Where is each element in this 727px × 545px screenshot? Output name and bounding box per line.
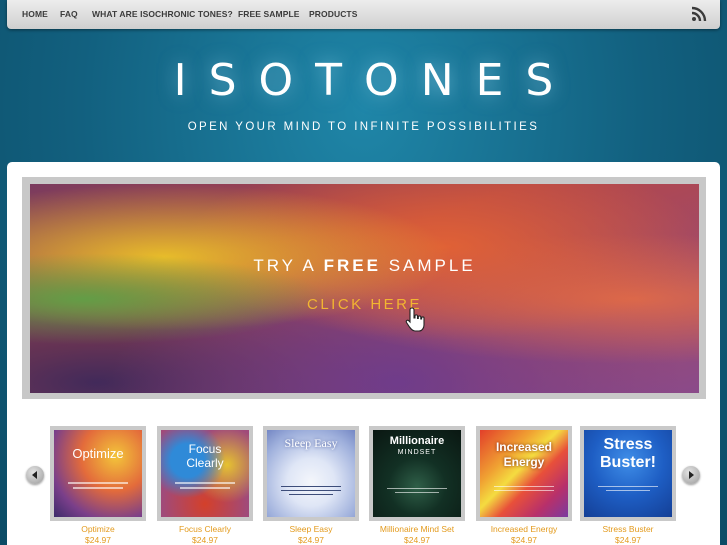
cover-text-line bbox=[289, 494, 333, 495]
banner-headline-suffix: SAMPLE bbox=[388, 256, 476, 275]
product-name[interactable]: Focus Clearly bbox=[147, 524, 263, 534]
product-cover[interactable]: Focus Clearly bbox=[157, 426, 253, 521]
cover-text-line bbox=[606, 490, 650, 491]
product-name[interactable]: Stress Buster bbox=[570, 524, 686, 534]
banner-headline: TRY A FREE SAMPLE bbox=[30, 256, 699, 276]
site-logo[interactable]: ISOTONES bbox=[0, 55, 727, 106]
carousel-next-button[interactable] bbox=[682, 466, 700, 484]
cover-text-line bbox=[73, 487, 123, 489]
product-cover-title: Millionaire bbox=[389, 435, 445, 447]
product-cover-title: Focus Clearly bbox=[186, 442, 224, 470]
product-cover[interactable]: Stress Buster! bbox=[580, 426, 676, 521]
top-nav-bar: HOME FAQ WHAT ARE ISOCHRONIC TONES? FREE… bbox=[7, 0, 720, 29]
cover-text-line bbox=[387, 488, 447, 489]
product-name[interactable]: Optimize bbox=[40, 524, 156, 534]
product-cover-subtitle: MINDSET bbox=[397, 449, 437, 456]
product-cover-title: Sleep Easy bbox=[284, 436, 338, 450]
product-price: $24.97 bbox=[298, 535, 324, 545]
product-cover-title: Stress Buster! bbox=[599, 436, 656, 471]
nav-free-sample[interactable]: FREE SAMPLE bbox=[238, 9, 300, 19]
cover-text-line bbox=[281, 486, 341, 487]
carousel-prev-button[interactable] bbox=[26, 466, 44, 484]
rss-icon[interactable] bbox=[691, 6, 707, 22]
nav-isochronic-tones[interactable]: WHAT ARE ISOCHRONIC TONES? bbox=[92, 9, 233, 19]
product-cover[interactable]: Increased Energy bbox=[476, 426, 572, 521]
product-name[interactable]: Millionaire Mind Set bbox=[359, 524, 475, 534]
product-cover[interactable]: Millionaire MINDSET bbox=[369, 426, 465, 521]
cover-text-line bbox=[395, 492, 439, 493]
arrow-left-icon bbox=[32, 471, 37, 479]
product-price: $24.97 bbox=[85, 535, 111, 545]
site-tagline: OPEN YOUR MIND TO INFINITE POSSIBILITIES bbox=[187, 121, 540, 133]
product-cover-title: Optimize bbox=[72, 446, 124, 461]
cover-text-line bbox=[598, 486, 658, 487]
product-name[interactable]: Sleep Easy bbox=[253, 524, 369, 534]
product-price: $24.97 bbox=[511, 535, 537, 545]
product-cover[interactable]: Sleep Easy bbox=[263, 426, 359, 521]
banner-headline-prefix: TRY A bbox=[253, 256, 316, 275]
cover-text-line bbox=[68, 482, 128, 484]
banner-headline-bold: FREE bbox=[323, 256, 381, 275]
cover-text-line bbox=[494, 486, 554, 487]
cover-text-line bbox=[494, 490, 554, 491]
cover-text-line bbox=[180, 487, 230, 489]
nav-home[interactable]: HOME bbox=[22, 9, 48, 19]
product-cover[interactable]: Optimize bbox=[50, 426, 146, 521]
arrow-right-icon bbox=[689, 471, 694, 479]
product-cover-title: Increased Energy bbox=[495, 440, 553, 469]
cover-text-line bbox=[175, 482, 235, 484]
product-price: $24.97 bbox=[615, 535, 641, 545]
nav-products[interactable]: PRODUCTS bbox=[309, 9, 358, 19]
product-price: $24.97 bbox=[404, 535, 430, 545]
hand-pointer-icon bbox=[405, 307, 425, 332]
free-sample-banner[interactable] bbox=[30, 184, 699, 393]
product-price: $24.97 bbox=[192, 535, 218, 545]
product-name[interactable]: Increased Energy bbox=[466, 524, 582, 534]
nav-faq[interactable]: FAQ bbox=[60, 9, 78, 19]
cover-text-line bbox=[281, 490, 341, 491]
click-here-link[interactable]: CLICK HERE bbox=[30, 296, 699, 313]
